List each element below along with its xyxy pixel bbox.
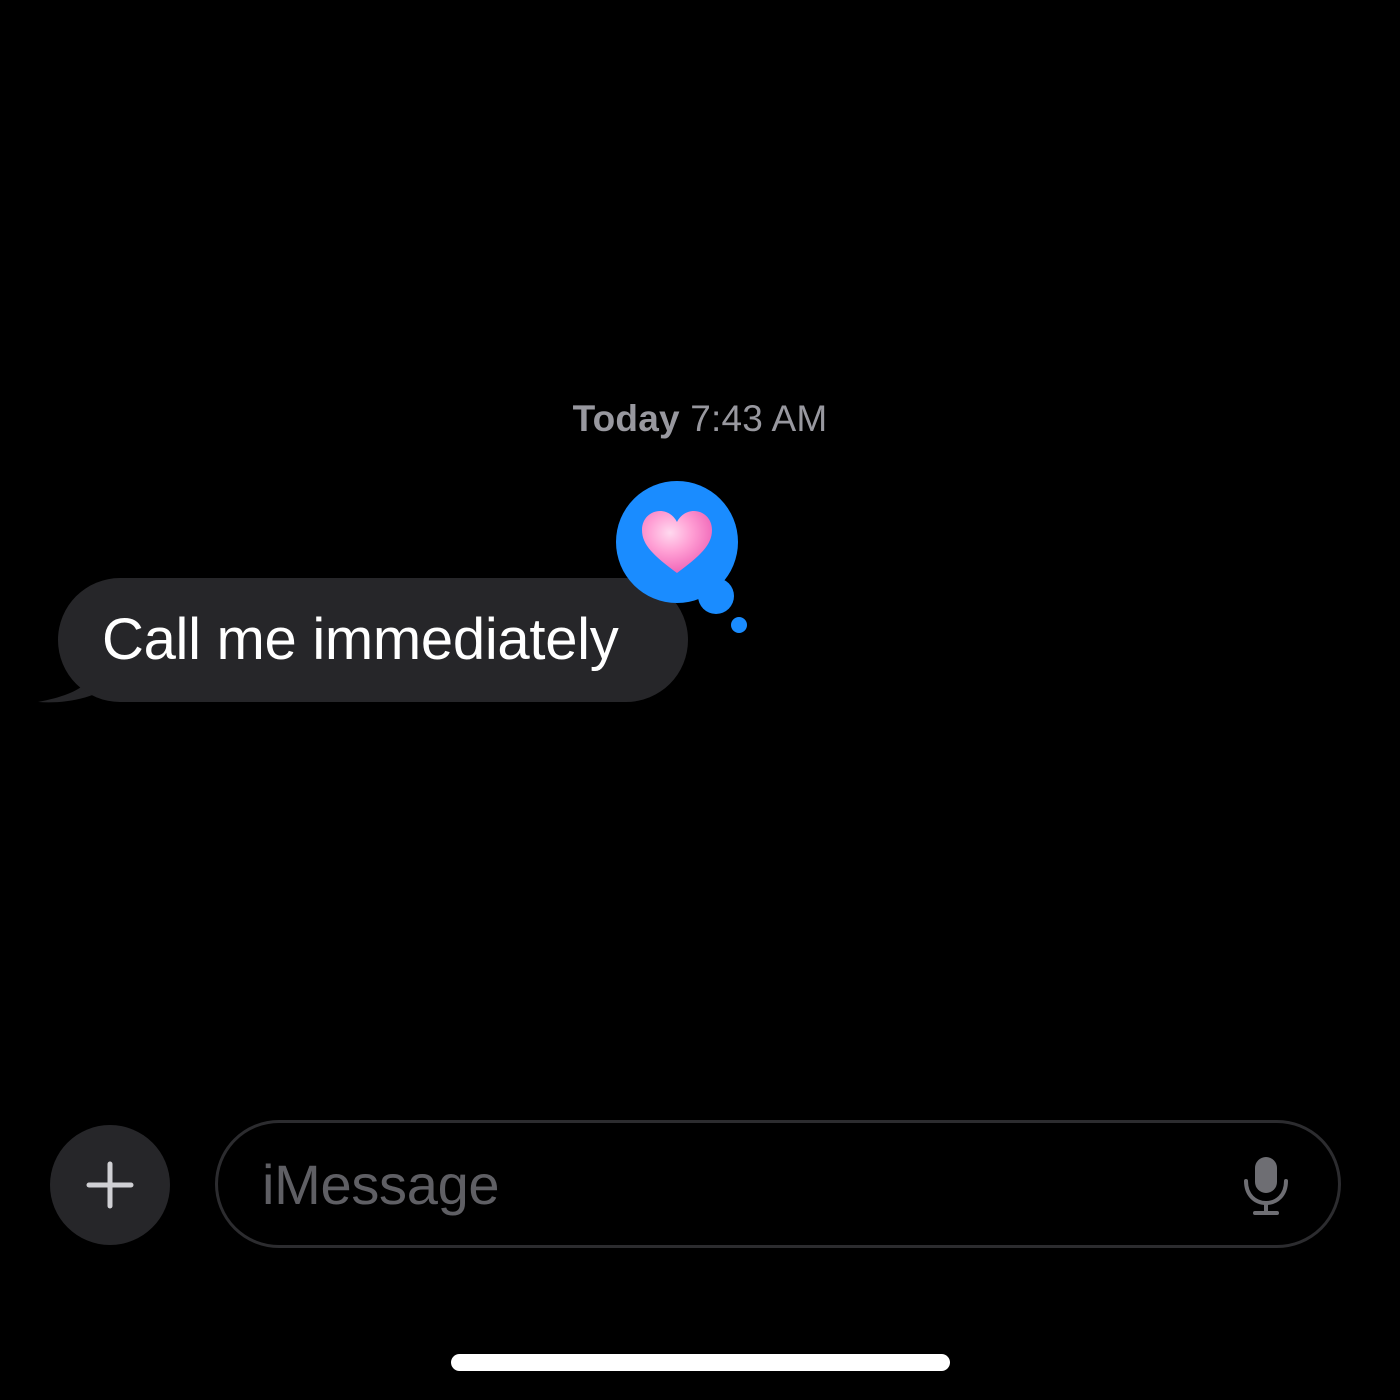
add-attachment-button[interactable]: [50, 1125, 170, 1245]
imessage-input[interactable]: iMessage: [215, 1120, 1341, 1248]
message-text: Call me immediately: [102, 607, 619, 672]
incoming-message[interactable]: Call me immediately: [36, 578, 696, 706]
home-indicator[interactable]: [451, 1354, 950, 1371]
timestamp-time: 7:43 AM: [690, 398, 828, 439]
plus-icon: [86, 1161, 134, 1209]
timestamp-day: Today: [572, 398, 680, 439]
message-timestamp: Today 7:43 AM: [0, 398, 1400, 440]
input-placeholder: iMessage: [262, 1152, 500, 1216]
tapback-heart-badge[interactable]: [614, 480, 754, 640]
microphone-icon[interactable]: [1238, 1153, 1294, 1217]
message-bubble[interactable]: Call me immediately: [58, 578, 688, 702]
